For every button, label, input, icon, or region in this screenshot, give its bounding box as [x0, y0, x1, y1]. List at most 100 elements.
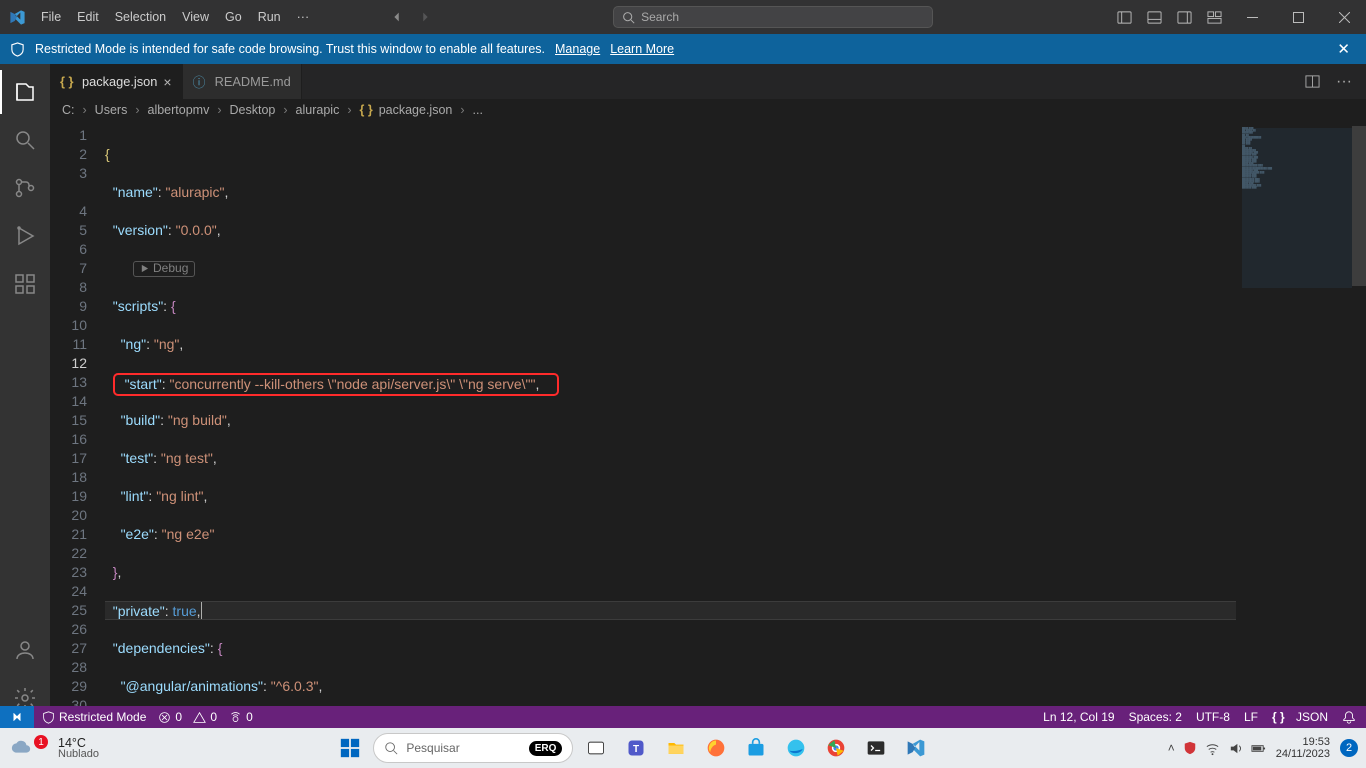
svg-text:T: T — [633, 744, 639, 755]
weather-alert-badge: 1 — [34, 735, 48, 749]
status-encoding[interactable]: UTF-8 — [1196, 710, 1230, 724]
taskbar-app-firefox-icon[interactable] — [699, 731, 733, 765]
menu-go[interactable]: Go — [218, 4, 249, 30]
activity-run-debug-icon[interactable] — [0, 214, 50, 258]
crumb[interactable]: ... — [473, 103, 483, 117]
taskbar-weather[interactable]: 1 14°C Nublado — [0, 737, 99, 760]
menu-run[interactable]: Run — [251, 4, 288, 30]
menu-view[interactable]: View — [175, 4, 216, 30]
layout-left-icon[interactable] — [1110, 0, 1138, 34]
split-editor-icon[interactable] — [1301, 70, 1324, 93]
crumb[interactable]: C: — [62, 103, 75, 117]
taskbar-app-vscode-icon[interactable] — [899, 731, 933, 765]
weather-condition: Nublado — [58, 749, 99, 760]
menu-file[interactable]: File — [34, 4, 68, 30]
info-file-icon: ⓘ — [193, 72, 209, 91]
activity-explorer-icon[interactable] — [0, 70, 50, 114]
nav-back-icon[interactable] — [386, 6, 408, 28]
search-badge: ERQ — [529, 741, 563, 756]
search-placeholder: Search — [641, 10, 679, 24]
taskbar-app-explorer-icon[interactable] — [659, 731, 693, 765]
search-icon — [384, 741, 398, 755]
activity-bar — [0, 64, 50, 720]
taskbar-search[interactable]: Pesquisar ERQ — [373, 733, 573, 763]
tab-package-json[interactable]: { } package.json × — [50, 64, 183, 99]
layout-custom-icon[interactable] — [1200, 0, 1228, 34]
taskbar-app-edge-icon[interactable] — [779, 731, 813, 765]
crumb[interactable]: Users — [95, 103, 128, 117]
banner-manage-link[interactable]: Manage — [555, 42, 600, 56]
window-minimize-icon[interactable] — [1230, 0, 1274, 34]
taskbar-app-store-icon[interactable] — [739, 731, 773, 765]
tray-wifi-icon[interactable] — [1205, 741, 1220, 756]
crumb[interactable]: Desktop — [230, 103, 276, 117]
status-ports[interactable]: 0 — [229, 710, 253, 724]
nav-forward-icon[interactable] — [414, 6, 436, 28]
windows-taskbar: 1 14°C Nublado Pesquisar ERQ T ˄ — [0, 728, 1366, 768]
editor[interactable]: 1234567891011121314151617181920212223242… — [50, 126, 1366, 720]
line-numbers: 1234567891011121314151617181920212223242… — [50, 126, 105, 720]
layout-right-icon[interactable] — [1170, 0, 1198, 34]
minimap[interactable]: ████ █████ ████ ███████████ █████ ██████… — [1242, 128, 1352, 288]
crumb[interactable]: alurapic — [296, 103, 340, 117]
highlighted-start-script: "start": "concurrently --kill-others \"n… — [113, 373, 559, 396]
more-actions-icon[interactable]: ··· — [1332, 69, 1356, 95]
activity-extensions-icon[interactable] — [0, 262, 50, 306]
tray-security-icon[interactable] — [1183, 741, 1197, 755]
menu-edit[interactable]: Edit — [70, 4, 106, 30]
code-content[interactable]: { "name": "alurapic", "version": "0.0.0"… — [105, 126, 1236, 720]
crumb[interactable]: package.json — [379, 103, 453, 117]
activity-search-icon[interactable] — [0, 118, 50, 162]
tray-chevron-icon[interactable]: ˄ — [1168, 741, 1175, 755]
banner-close-icon[interactable]: ✕ — [1331, 40, 1356, 58]
status-indent[interactable]: Spaces: 2 — [1129, 710, 1182, 724]
menu-overflow-icon[interactable]: ··· — [290, 4, 317, 30]
taskbar-app-taskview-icon[interactable] — [579, 731, 613, 765]
status-cursor-position[interactable]: Ln 12, Col 19 — [1043, 710, 1114, 724]
taskbar-app-chrome-icon[interactable] — [819, 731, 853, 765]
menu-selection[interactable]: Selection — [108, 4, 173, 30]
window-maximize-icon[interactable] — [1276, 0, 1320, 34]
command-center-search[interactable]: Search — [613, 6, 933, 28]
status-problems[interactable]: 0 0 — [158, 710, 217, 724]
window-close-icon[interactable] — [1322, 0, 1366, 34]
tray-volume-icon[interactable] — [1228, 741, 1243, 756]
weather-temp: 14°C — [58, 737, 99, 749]
start-button-icon[interactable] — [333, 731, 367, 765]
taskbar-app-terminal-icon[interactable] — [859, 731, 893, 765]
status-eol[interactable]: LF — [1244, 710, 1258, 724]
editor-tabs: { } package.json × ⓘ README.md ··· — [0, 64, 1366, 99]
activity-account-icon[interactable] — [0, 628, 50, 672]
banner-text: Restricted Mode is intended for safe cod… — [35, 42, 545, 56]
breadcrumb[interactable]: C: Users albertopmv Desktop alurapic { }… — [0, 99, 1366, 121]
text-cursor — [201, 602, 202, 619]
remote-indicator-icon[interactable] — [0, 706, 34, 728]
json-file-icon: { } — [60, 74, 76, 89]
taskbar-clock[interactable]: 19:53 24/11/2023 — [1276, 736, 1330, 760]
title-bar: File Edit Selection View Go Run ··· Sear… — [0, 0, 1366, 34]
system-tray[interactable]: ˄ — [1168, 741, 1266, 756]
activity-source-control-icon[interactable] — [0, 166, 50, 210]
json-file-icon: { } — [360, 103, 373, 117]
tray-battery-icon[interactable] — [1251, 741, 1266, 756]
tab-label: README.md — [215, 74, 291, 89]
vertical-scrollbar[interactable] — [1352, 126, 1366, 720]
tab-readme[interactable]: ⓘ README.md — [183, 64, 302, 99]
debug-codelens[interactable]: Debug — [133, 261, 195, 277]
weather-cloud-icon — [10, 737, 32, 759]
status-restricted-mode[interactable]: Restricted Mode — [42, 710, 146, 724]
crumb[interactable]: albertopmv — [148, 103, 210, 117]
layout-bottom-icon[interactable] — [1140, 0, 1168, 34]
status-language[interactable]: { } JSON — [1272, 710, 1328, 724]
status-bar: Restricted Mode 0 0 0 Ln 12, Col 19 Spac… — [0, 706, 1366, 728]
taskbar-app-teams-icon[interactable]: T — [619, 731, 653, 765]
status-notifications-icon[interactable] — [1342, 710, 1356, 724]
shield-icon — [10, 42, 25, 57]
banner-learn-link[interactable]: Learn More — [610, 42, 674, 56]
vscode-logo-icon — [0, 9, 34, 26]
taskbar-search-placeholder: Pesquisar — [406, 741, 459, 755]
tab-label: package.json — [82, 74, 157, 89]
taskbar-notification-badge[interactable]: 2 — [1340, 739, 1358, 757]
restricted-mode-banner: Restricted Mode is intended for safe cod… — [0, 34, 1366, 64]
tab-close-icon[interactable]: × — [163, 74, 171, 90]
